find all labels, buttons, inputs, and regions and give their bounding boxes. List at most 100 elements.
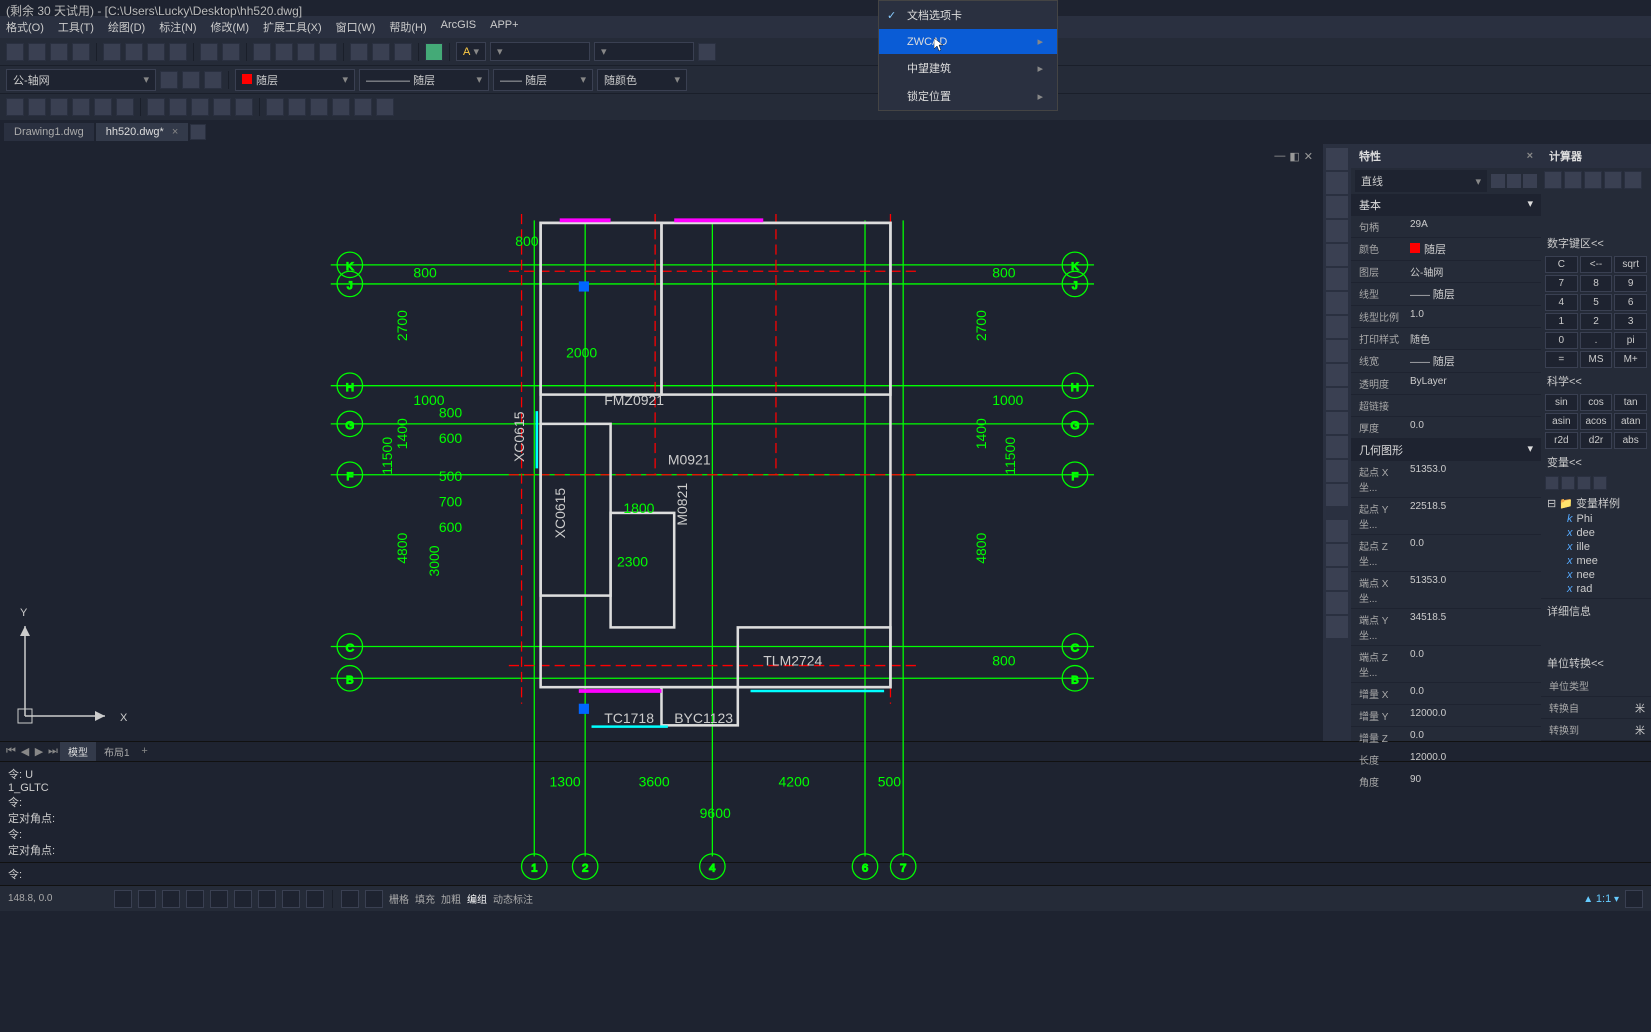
prop-value[interactable]: 0.0	[1406, 649, 1541, 679]
science-header[interactable]: 科学<<	[1541, 369, 1651, 393]
drawing-canvas[interactable]: — ◧ ✕	[0, 144, 1323, 741]
scale-display[interactable]: ▲ 1:1 ▾	[1583, 893, 1619, 905]
otrack-icon[interactable]	[234, 890, 252, 908]
calc-key-abs[interactable]: abs	[1614, 432, 1647, 449]
cut-icon[interactable]	[103, 43, 121, 61]
calc-key-mplus[interactable]: M+	[1614, 351, 1647, 368]
tool-icon[interactable]	[394, 43, 412, 61]
layer-dropdown[interactable]: 公-轴网	[6, 69, 156, 91]
calc-key-ms[interactable]: MS	[1580, 351, 1613, 368]
redo-icon[interactable]	[222, 43, 240, 61]
osnap-icon[interactable]	[210, 890, 228, 908]
prop-tool-icon[interactable]	[1491, 174, 1505, 188]
prop-value[interactable]: 随层	[1406, 241, 1541, 257]
tool-icon[interactable]	[1326, 436, 1348, 458]
menu-modify[interactable]: 修改(M)	[211, 19, 250, 35]
layer-tool-icon[interactable]	[182, 71, 200, 89]
prop-value[interactable]: 29A	[1406, 219, 1541, 234]
polar-icon[interactable]	[186, 890, 204, 908]
var-item[interactable]: xnee	[1547, 568, 1645, 582]
var-item[interactable]: xmee	[1547, 554, 1645, 568]
calc-key-eq[interactable]: =	[1545, 351, 1578, 368]
matchprop-icon[interactable]	[169, 43, 187, 61]
mode-grid[interactable]: 栅格	[389, 891, 409, 906]
prop-value[interactable]: —— 随层	[1406, 286, 1541, 302]
prop-value[interactable]: 0.0	[1406, 686, 1541, 701]
new-tab-icon[interactable]	[190, 124, 206, 140]
arch-tool-icon[interactable]	[116, 98, 134, 116]
paste-icon[interactable]	[147, 43, 165, 61]
menu-dimension[interactable]: 标注(N)	[159, 19, 196, 35]
menu-format[interactable]: 格式(O)	[6, 19, 44, 35]
menu-appplus[interactable]: APP+	[490, 19, 518, 35]
arch-tool-icon[interactable]	[213, 98, 231, 116]
var-tool-icon[interactable]	[1545, 476, 1559, 490]
dimstyle-dropdown[interactable]	[490, 42, 590, 61]
lwt-icon[interactable]	[306, 890, 324, 908]
prop-value[interactable]: ByLayer	[1406, 376, 1541, 391]
arch-tool-icon[interactable]	[50, 98, 68, 116]
pan-icon[interactable]	[253, 43, 271, 61]
prop-value[interactable]: 12000.0	[1406, 708, 1541, 723]
lineweight-dropdown[interactable]: —— 随层	[493, 69, 593, 91]
close-icon[interactable]: ×	[172, 126, 178, 138]
tool-icon[interactable]	[1326, 340, 1348, 362]
arch-tool-icon[interactable]	[191, 98, 209, 116]
menu-draw[interactable]: 绘图(D)	[108, 19, 145, 35]
group-basic[interactable]: 基本	[1351, 194, 1541, 216]
var-item[interactable]: xille	[1547, 540, 1645, 554]
tablestyle-dropdown[interactable]	[594, 42, 694, 61]
calc-key-3[interactable]: 3	[1614, 313, 1647, 330]
calc-key-r2d[interactable]: r2d	[1545, 432, 1578, 449]
tool-icon[interactable]	[372, 43, 390, 61]
prop-value[interactable]	[1596, 678, 1651, 693]
calc-key-8[interactable]: 8	[1580, 275, 1613, 292]
calc-key-0[interactable]: 0	[1545, 332, 1578, 349]
mode-group[interactable]: 编组	[467, 891, 487, 906]
var-sample-folder[interactable]: ⊟ 📁 变量样例	[1547, 494, 1645, 512]
zoomprev-icon[interactable]	[319, 43, 337, 61]
tool-icon[interactable]	[1326, 172, 1348, 194]
ducs-icon[interactable]	[258, 890, 276, 908]
prop-value[interactable]: 米	[1596, 722, 1651, 737]
calc-key-9[interactable]: 9	[1614, 275, 1647, 292]
calc-key-cos[interactable]: cos	[1580, 394, 1613, 411]
grip-icon[interactable]	[579, 704, 589, 714]
prop-value[interactable]: 0.0	[1406, 730, 1541, 745]
unit-conv-header[interactable]: 单位转换<<	[1541, 651, 1651, 675]
arch-tool-icon[interactable]	[6, 98, 24, 116]
menu-window[interactable]: 窗口(W)	[336, 19, 376, 35]
calc-key-tan[interactable]: tan	[1614, 394, 1647, 411]
var-tool-icon[interactable]	[1561, 476, 1575, 490]
prop-value[interactable]: 0.0	[1406, 538, 1541, 568]
calc-key-c[interactable]: C	[1545, 256, 1578, 273]
calc-key-d2r[interactable]: d2r	[1580, 432, 1613, 449]
calc-tool-icon[interactable]	[1564, 171, 1582, 189]
tool-icon[interactable]	[1326, 520, 1348, 542]
prop-value[interactable]: 12000.0	[1406, 752, 1541, 767]
prop-value[interactable]	[1406, 398, 1541, 413]
prop-value[interactable]: 22518.5	[1406, 501, 1541, 531]
prop-value[interactable]: 1.0	[1406, 309, 1541, 324]
prop-value[interactable]: 90	[1406, 774, 1541, 789]
grip-icon[interactable]	[579, 281, 589, 291]
calc-tool-icon[interactable]	[1584, 171, 1602, 189]
arch-tool-icon[interactable]	[376, 98, 394, 116]
tool-icon[interactable]	[425, 43, 443, 61]
arch-tool-icon[interactable]	[332, 98, 350, 116]
calc-key-5[interactable]: 5	[1580, 294, 1613, 311]
prop-tool-icon[interactable]	[1523, 174, 1537, 188]
selection-dropdown[interactable]: 直线	[1355, 170, 1487, 192]
textstyle-dropdown[interactable]: A	[456, 42, 486, 61]
mode-icon[interactable]	[365, 890, 383, 908]
arch-tool-icon[interactable]	[310, 98, 328, 116]
calc-key-sin[interactable]: sin	[1545, 394, 1578, 411]
prop-value[interactable]: 公-轴网	[1406, 264, 1541, 279]
arch-tool-icon[interactable]	[266, 98, 284, 116]
tool-icon[interactable]	[1326, 460, 1348, 482]
grid-icon[interactable]	[138, 890, 156, 908]
calc-key-dot[interactable]: .	[1580, 332, 1613, 349]
menu-arcgis[interactable]: ArcGIS	[441, 19, 476, 35]
ctx-zwarch[interactable]: 中望建筑	[879, 54, 1057, 82]
var-tool-icon[interactable]	[1577, 476, 1591, 490]
